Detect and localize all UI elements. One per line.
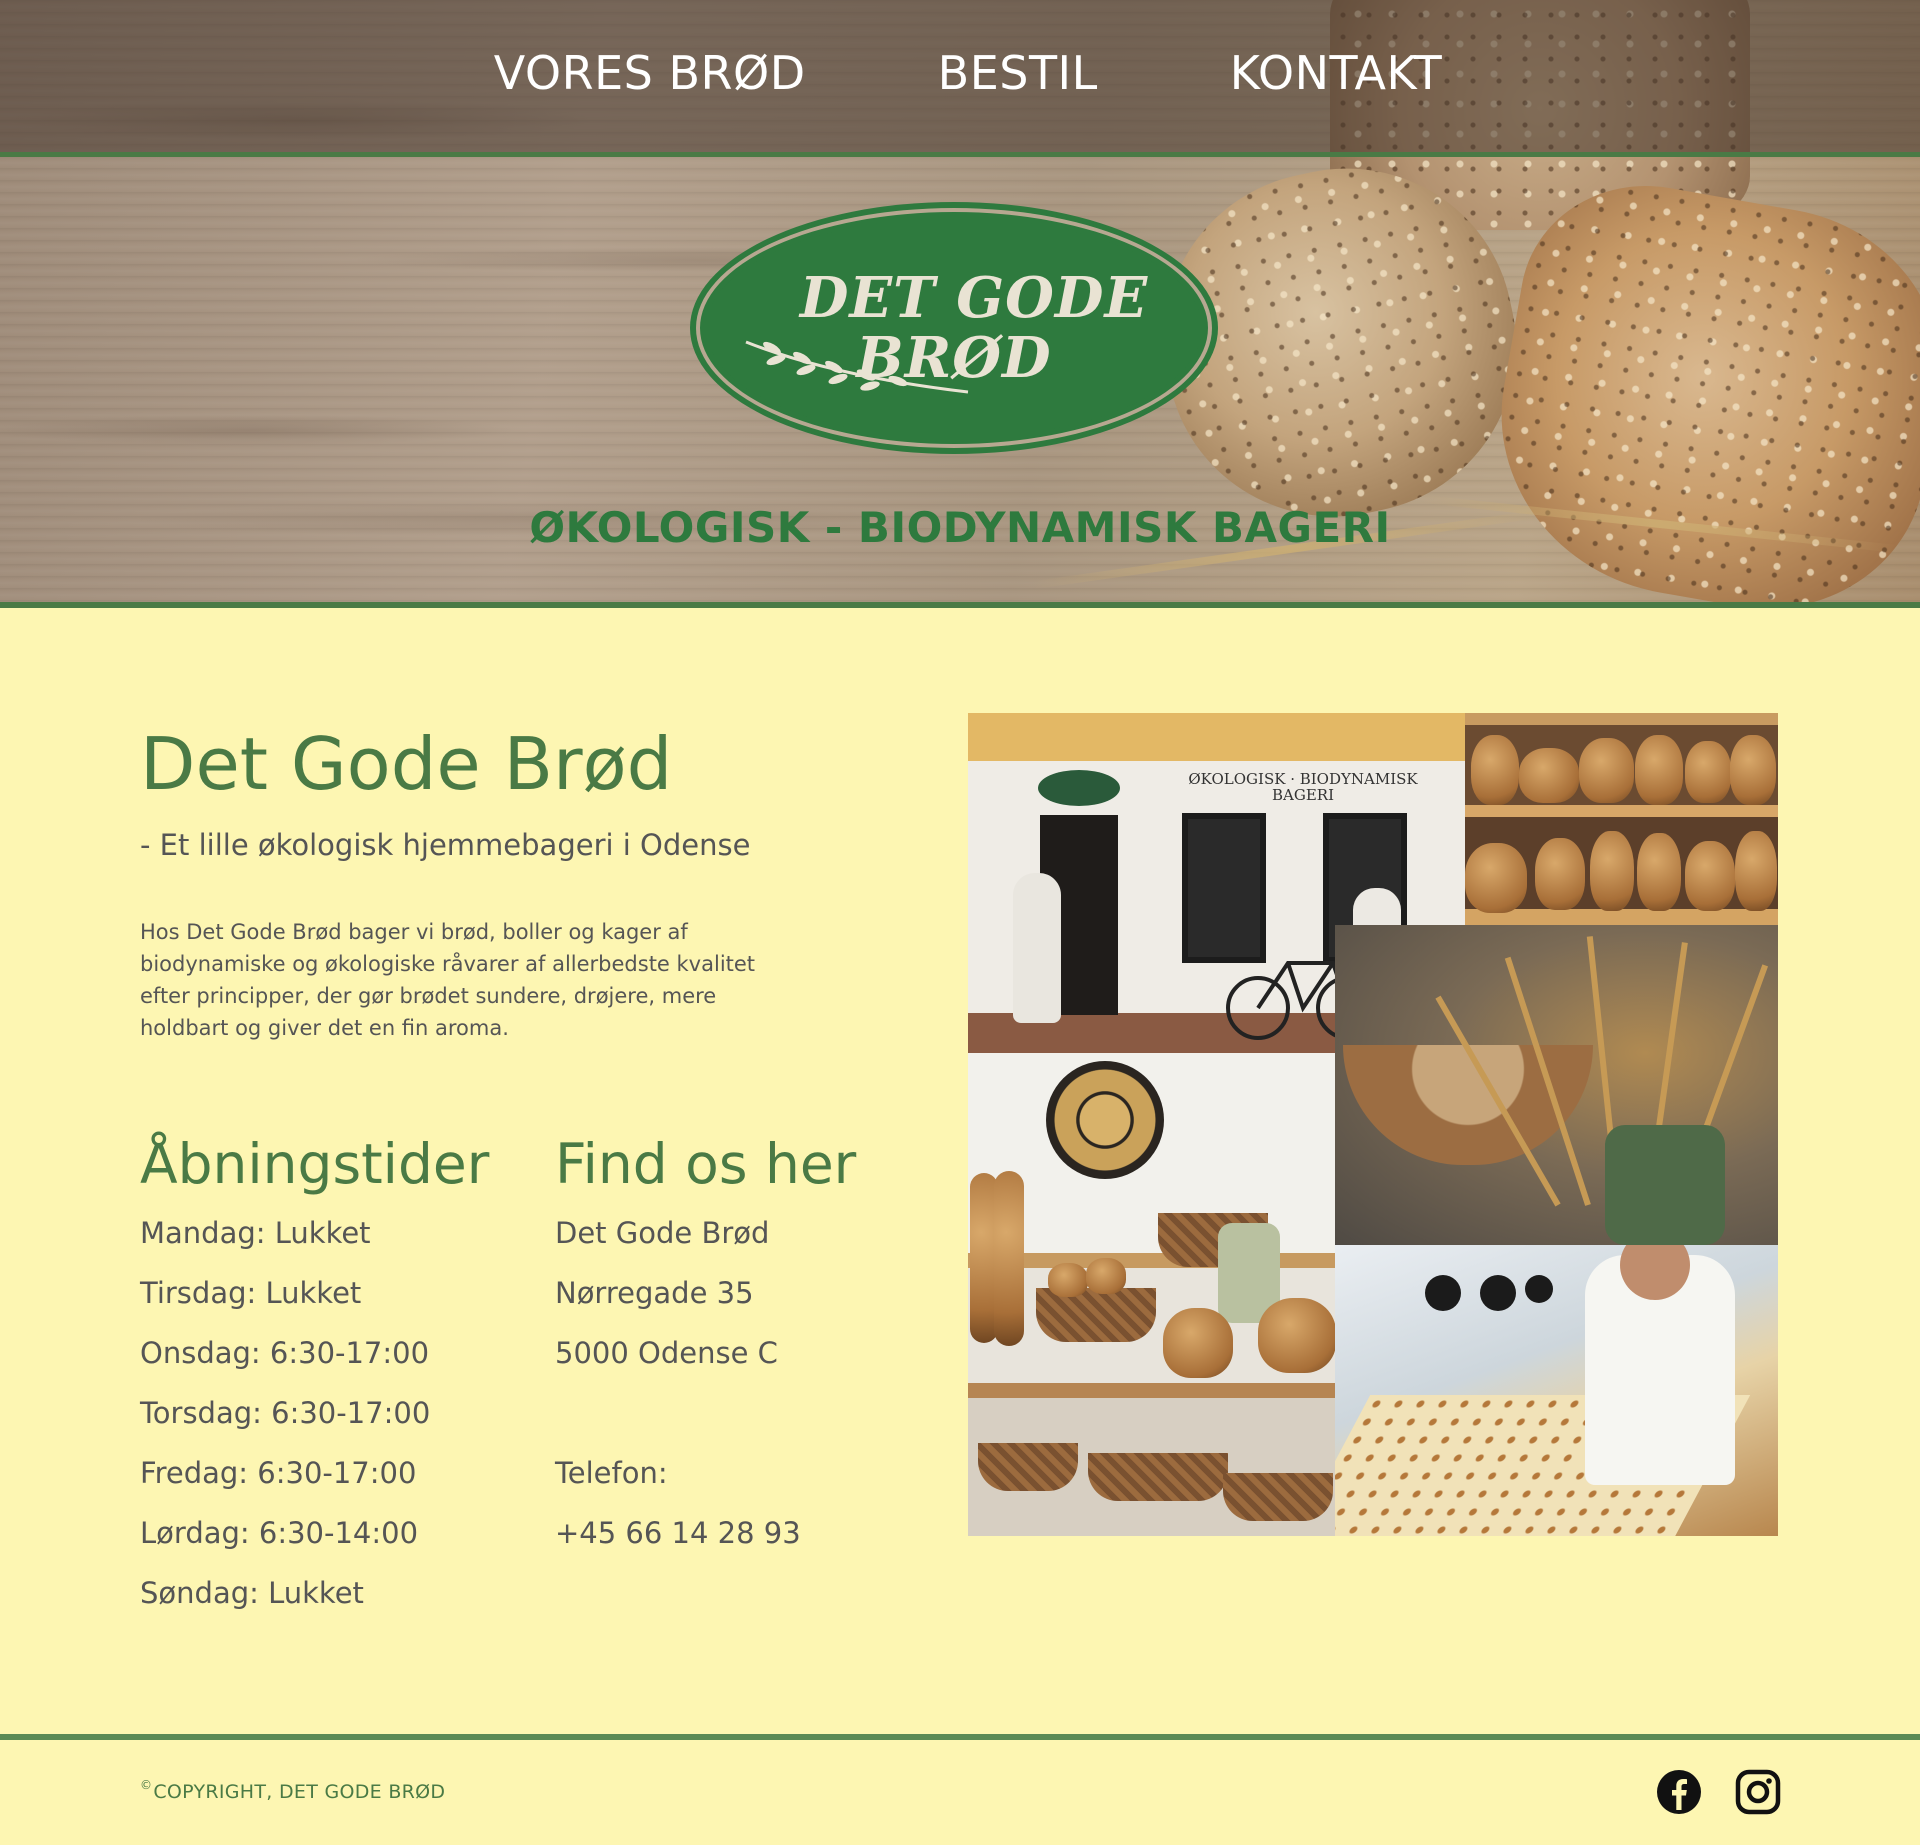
- bread-basket: [1088, 1453, 1228, 1501]
- logo-text-line-1: DET GODE: [799, 265, 1149, 331]
- bread-roll: [1535, 838, 1585, 910]
- site-header: VORES BRØD BESTIL KONTAKT DET GODE BRØD …: [0, 0, 1920, 608]
- person-figure: [1013, 873, 1061, 1023]
- bread-basket: [1036, 1288, 1156, 1342]
- copyright-mark: ©: [140, 1778, 153, 1792]
- hours-friday: Fredag: 6:30-17:00: [140, 1456, 417, 1490]
- bread-roll: [1735, 831, 1777, 911]
- pan: [1525, 1275, 1553, 1303]
- pan: [1480, 1275, 1516, 1311]
- contact-phone-label: Telefon:: [555, 1456, 668, 1490]
- bread-roll: [1730, 735, 1776, 805]
- intro-paragraph: Hos Det Gode Brød bager vi brød, boller …: [140, 920, 756, 1040]
- copyright-text: ©COPYRIGHT, DET GODE BRØD: [140, 1778, 445, 1803]
- contact-spacer: [555, 1393, 801, 1453]
- shop-sign: [1038, 770, 1120, 806]
- main-navigation: VORES BRØD BESTIL KONTAKT: [0, 0, 1920, 157]
- nav-item-vores-brod: VORES BRØD: [494, 46, 806, 100]
- nav-item-bestil: BESTIL: [938, 46, 1098, 100]
- bakery-logo[interactable]: DET GODE BRØD: [700, 212, 1208, 444]
- contact-city: 5000 Odense C: [555, 1336, 778, 1370]
- shop-window: [1182, 813, 1266, 963]
- hours-tuesday: Tirsdag: Lukket: [140, 1276, 362, 1310]
- bread-basket: [1223, 1473, 1333, 1521]
- bread-roll: [1637, 833, 1681, 911]
- footer-divider: [0, 1734, 1920, 1740]
- page-subtitle: - Et lille økologisk hjemmebageri i Oden…: [140, 828, 751, 862]
- bread-roll: [1086, 1258, 1126, 1294]
- contact-phone[interactable]: +45 66 14 28 93: [555, 1513, 801, 1573]
- hours-thursday: Torsdag: 6:30-17:00: [140, 1396, 431, 1430]
- nav-link-kontakt[interactable]: KONTAKT: [1230, 46, 1442, 100]
- instagram-icon[interactable]: [1734, 1768, 1782, 1816]
- nav-list: VORES BRØD BESTIL KONTAKT: [0, 46, 1920, 100]
- bread-roll: [1471, 735, 1519, 805]
- shop-interior-photo: [968, 1053, 1335, 1536]
- bread-roll: [1258, 1298, 1335, 1373]
- hours-sunday: Søndag: Lukket: [140, 1576, 364, 1610]
- page-title: Det Gode Brød: [140, 722, 673, 806]
- bakery-tagline: ØKOLOGISK - BIODYNAMISK BAGERI: [529, 503, 1391, 552]
- bread-roll: [1590, 831, 1634, 911]
- nav-item-kontakt: KONTAKT: [1230, 46, 1442, 100]
- contact-list: Det Gode Brød Nørregade 35 5000 Odense C…: [555, 1213, 801, 1573]
- nav-link-vores-brod[interactable]: VORES BRØD: [494, 46, 806, 100]
- bread-shelves-photo: [1465, 713, 1778, 925]
- bread-roll: [1685, 741, 1731, 803]
- opening-hours-heading: Åbningstider: [140, 1132, 490, 1196]
- baker-photo: [1335, 1245, 1778, 1536]
- bread-roll: [1519, 748, 1579, 803]
- shop-sign-text: ØKOLOGISK · BIODYNAMISK BAGERI: [1188, 770, 1418, 804]
- vase: [1605, 1125, 1725, 1245]
- hours-monday: Mandag: Lukket: [140, 1216, 371, 1250]
- bread-roll: [1163, 1308, 1233, 1378]
- bread-basket: [978, 1443, 1078, 1491]
- sun-decoration: [1046, 1061, 1164, 1179]
- copyright-label: COPYRIGHT, DET GODE BRØD: [153, 1781, 446, 1803]
- bread-roll: [1635, 735, 1683, 805]
- nav-link-bestil[interactable]: BESTIL: [938, 46, 1098, 100]
- opening-hours-list: Mandag: Lukket Tirsdag: Lukket Onsdag: 6…: [140, 1213, 430, 1633]
- wheat-grain-photo: [1335, 925, 1778, 1245]
- hours-wednesday: Onsdag: 6:30-17:00: [140, 1336, 430, 1370]
- bread-roll: [1685, 841, 1735, 911]
- contact-street: Nørregade 35: [555, 1276, 754, 1310]
- contact-name: Det Gode Brød: [555, 1216, 770, 1250]
- bread-roll: [1048, 1263, 1088, 1297]
- contact-heading: Find os her: [555, 1132, 857, 1196]
- bread-roll: [1579, 738, 1634, 803]
- wheat-icon: [745, 340, 969, 394]
- photo-collage: ØKOLOGISK · BIODYNAMISK BAGERI: [968, 713, 1778, 1536]
- facebook-icon[interactable]: [1655, 1768, 1703, 1816]
- hours-saturday: Lørdag: 6:30-14:00: [140, 1516, 419, 1550]
- pan: [1425, 1275, 1461, 1311]
- bread-roll: [994, 1171, 1024, 1346]
- header-divider: [0, 602, 1920, 608]
- bread-roll: [1465, 843, 1527, 913]
